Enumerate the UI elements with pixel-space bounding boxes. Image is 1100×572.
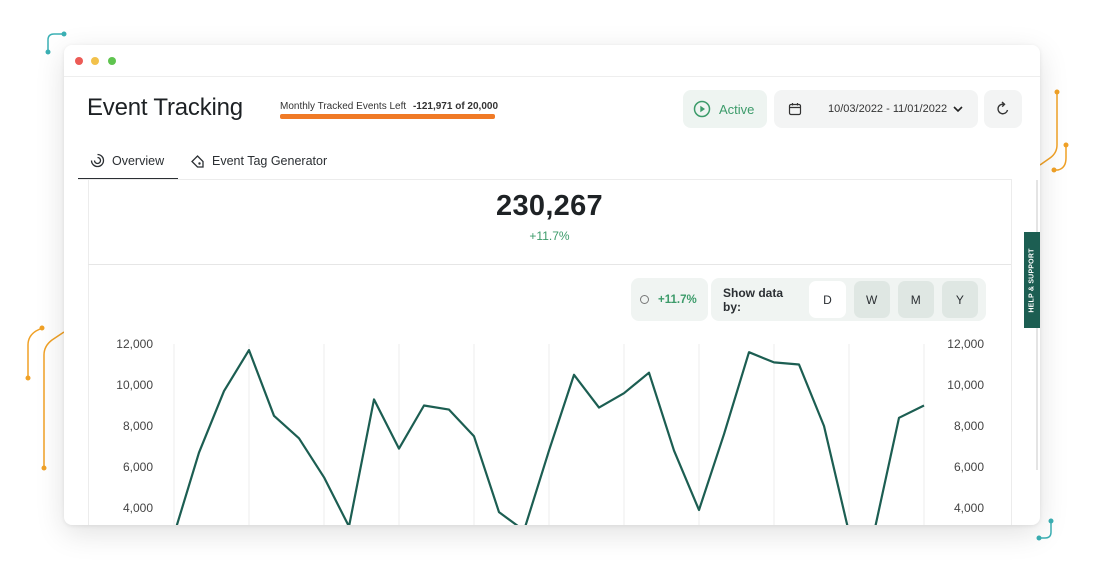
y-tick-label-right: 10,000: [947, 378, 984, 392]
period-month-button[interactable]: M: [897, 281, 934, 318]
y-tick-label-left: 8,000: [123, 419, 153, 433]
y-tick-label-left: 12,000: [116, 337, 153, 351]
period-year-button[interactable]: Y: [941, 281, 979, 318]
help-support-label: HELP & SUPPORT: [1028, 247, 1036, 313]
y-tick-label-left: 6,000: [123, 460, 153, 474]
help-support-tab[interactable]: HELP & SUPPORT: [1024, 232, 1040, 328]
period-day-button[interactable]: D: [809, 281, 846, 318]
y-tick-label-right: 8,000: [954, 419, 984, 433]
y-tick-label-right: 6,000: [954, 460, 984, 474]
show-data-by-label: Show data by:: [723, 285, 784, 314]
y-tick-label-left: 4,000: [123, 501, 153, 515]
y-tick-label-right: 12,000: [947, 337, 984, 351]
y-tick-label-right: 4,000: [954, 501, 984, 515]
compare-toggle[interactable]: +11.7%: [631, 278, 708, 321]
compare-radio-icon: [640, 295, 649, 304]
app-window: Event Tracking Monthly Tracked Events Le…: [64, 45, 1040, 525]
period-week-button[interactable]: W: [853, 281, 890, 318]
compare-delta: +11.7%: [658, 293, 697, 306]
show-data-by-group: Show data by: D W M Y: [711, 278, 986, 321]
y-tick-label-left: 10,000: [116, 378, 153, 392]
